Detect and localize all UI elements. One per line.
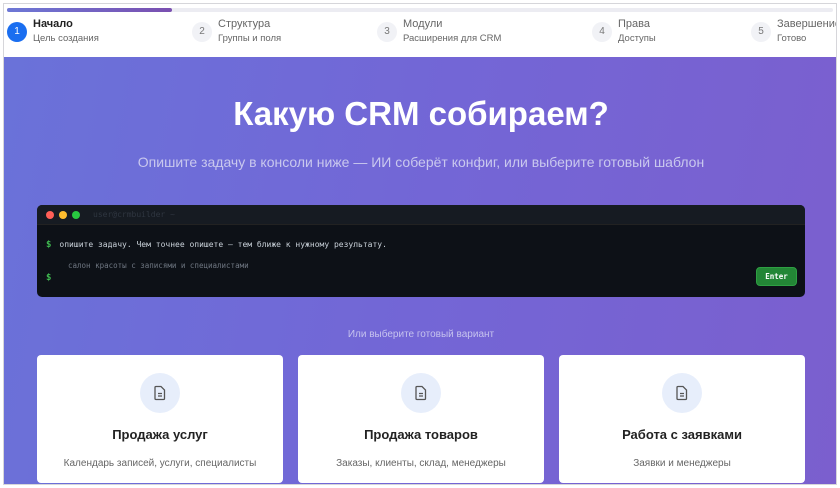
step-modules[interactable]: 3 МодулиРасширения для CRM	[377, 17, 501, 46]
step-number: 2	[192, 22, 212, 42]
step-start[interactable]: 1 НачалоЦель создания	[7, 17, 99, 46]
terminal-hint: опишите задачу. Чем точнее опишете — тем…	[59, 240, 387, 249]
close-dot-icon	[46, 211, 54, 219]
step-title: Модули	[403, 17, 501, 31]
card-description: Календарь записей, услуги, специалисты	[37, 458, 283, 469]
card-title: Продажа товаров	[298, 427, 544, 442]
step-subtitle: Группы и поля	[218, 32, 281, 46]
stepper: 1 НачалоЦель создания 2 СтруктураГруппы и …	[4, 17, 837, 57]
step-structure[interactable]: 2 СтруктураГруппы и поля	[192, 17, 281, 46]
step-subtitle: Готово	[777, 32, 837, 46]
card-title: Продажа услуг	[37, 427, 283, 442]
terminal-titlebar: user@crmbuilder ~	[37, 205, 805, 225]
step-number: 1	[7, 22, 27, 42]
document-icon	[140, 373, 180, 413]
document-icon	[662, 373, 702, 413]
terminal-input-line[interactable]: $	[46, 273, 59, 283]
progress-fill	[7, 8, 172, 12]
terminal-console[interactable]: user@crmbuilder ~ $ опишите задачу. Чем т…	[37, 205, 805, 297]
card-description: Заказы, клиенты, склад, менеджеры	[298, 458, 544, 469]
step-title: Права	[618, 17, 656, 31]
step-subtitle: Доступы	[618, 32, 656, 46]
page-title: Какую CRM собираем?	[4, 95, 837, 133]
step-subtitle: Цель создания	[33, 32, 99, 46]
step-number: 3	[377, 22, 397, 42]
app-window: 1 НачалоЦель создания 2 СтруктураГруппы и …	[3, 3, 837, 485]
terminal-hint-line: $ опишите задачу. Чем точнее опишете — те…	[46, 240, 387, 250]
document-icon	[401, 373, 441, 413]
enter-button[interactable]: Enter	[756, 267, 797, 286]
template-card-goods[interactable]: Продажа товаров Заказы, клиенты, склад, …	[298, 355, 544, 483]
step-number: 5	[751, 22, 771, 42]
step-title: Начало	[33, 17, 99, 31]
step-title: Структура	[218, 17, 281, 31]
prompt-symbol: $	[46, 273, 51, 283]
step-permissions[interactable]: 4 ПраваДоступы	[592, 17, 656, 46]
minimize-dot-icon	[59, 211, 67, 219]
step-finish[interactable]: 5 ЗавершениеГотово	[751, 17, 837, 46]
terminal-title: user@crmbuilder ~	[93, 210, 175, 219]
template-card-requests[interactable]: Работа с заявками Заявки и менеджеры	[559, 355, 805, 483]
card-description: Заявки и менеджеры	[559, 458, 805, 469]
maximize-dot-icon	[72, 211, 80, 219]
templates-label: Или выберите готовый вариант	[4, 329, 837, 340]
progress-bar	[7, 8, 833, 12]
step-subtitle: Расширения для CRM	[403, 32, 501, 46]
step-number: 4	[592, 22, 612, 42]
prompt-symbol: $	[46, 240, 51, 250]
step-title: Завершение	[777, 17, 837, 31]
terminal-input-placeholder[interactable]: салон красоты с записями и специалистами	[68, 261, 249, 270]
main-content: Какую CRM собираем? Опишите задачу в кон…	[4, 57, 837, 485]
card-title: Работа с заявками	[559, 427, 805, 442]
template-card-services[interactable]: Продажа услуг Календарь записей, услуги,…	[37, 355, 283, 483]
page-subtitle: Опишите задачу в консоли ниже — ИИ собер…	[4, 154, 837, 170]
